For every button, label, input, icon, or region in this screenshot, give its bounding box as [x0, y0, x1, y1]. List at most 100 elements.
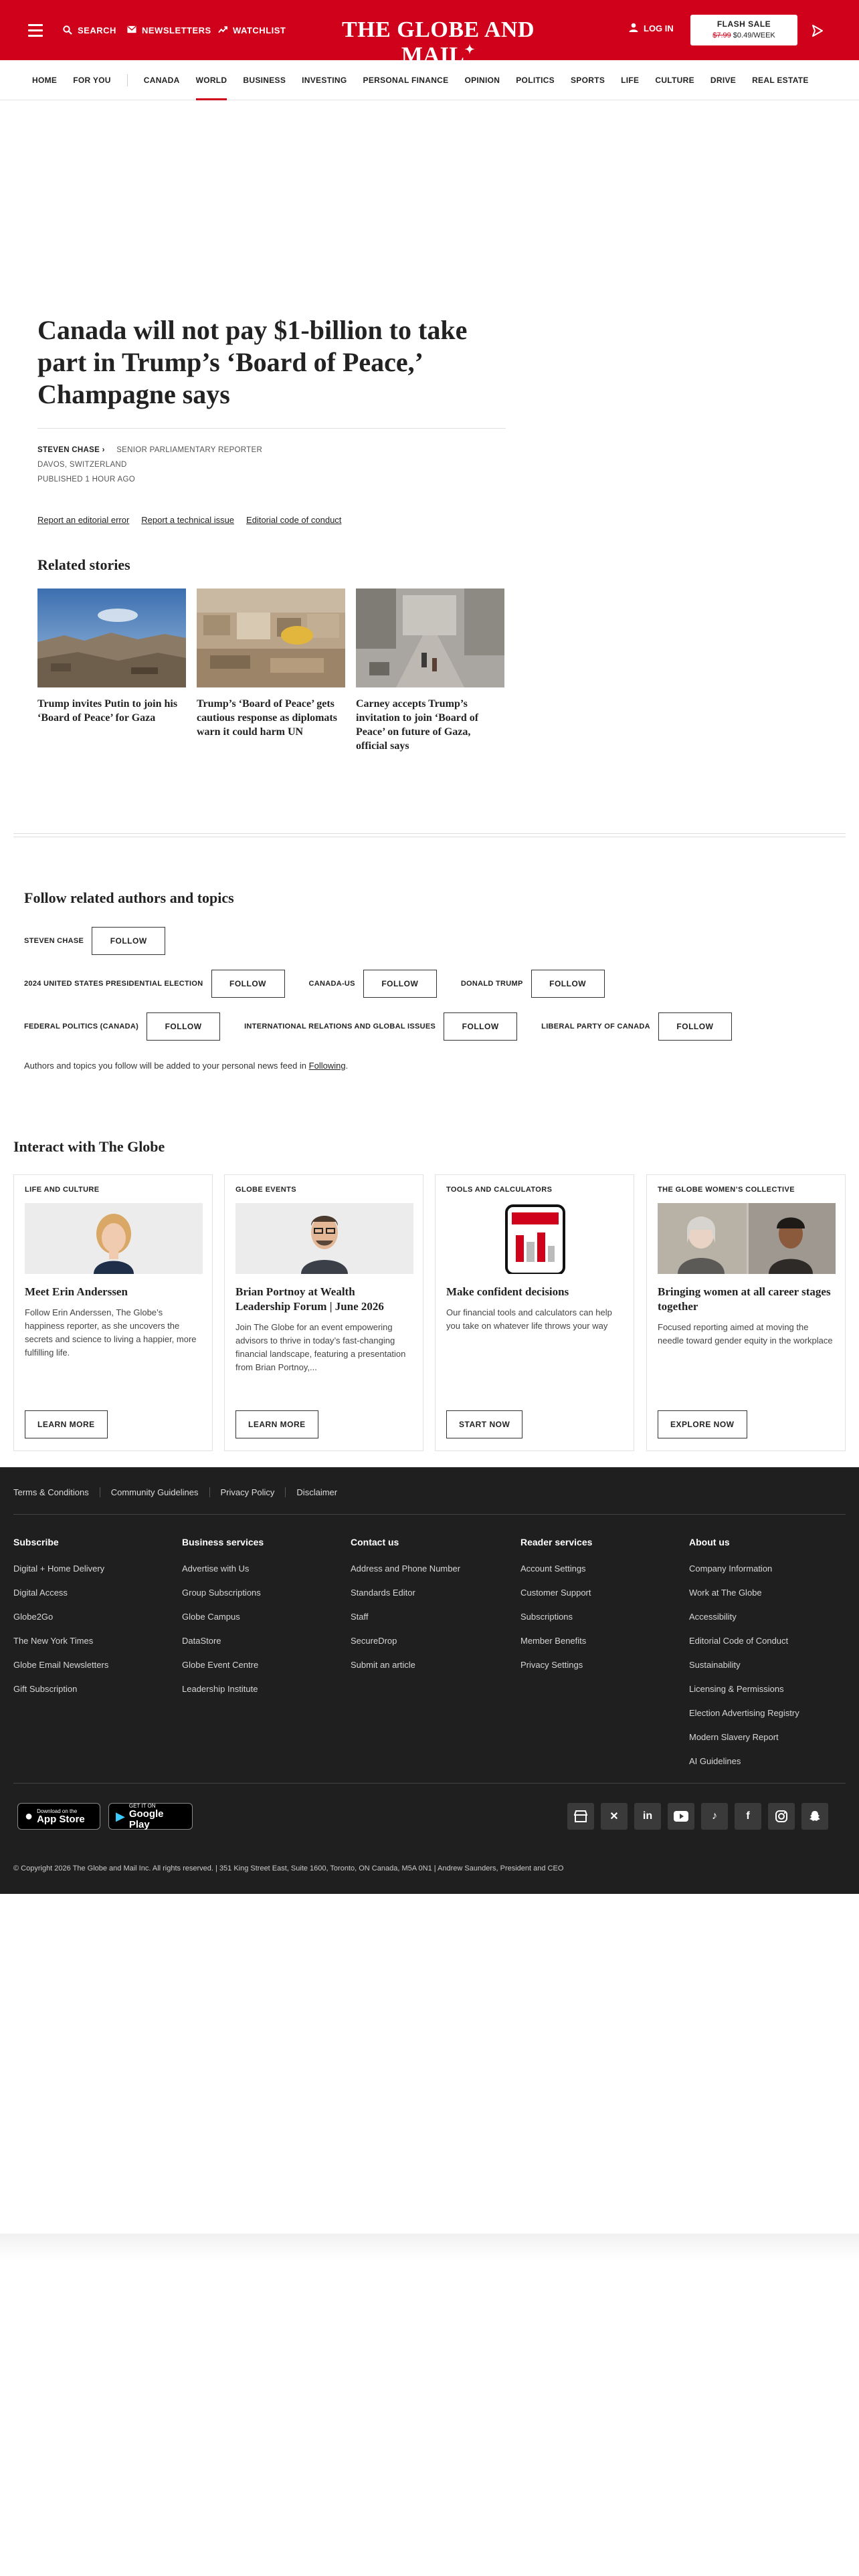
editorial-code-link[interactable]: Editorial code of conduct [246, 515, 341, 525]
related-story-headline[interactable]: Trump invites Putin to join his ‘Board o… [37, 697, 186, 725]
follow-button[interactable]: FOLLOW [92, 927, 166, 955]
nav-item-world[interactable]: WORLD [195, 60, 227, 100]
related-story-image[interactable] [197, 588, 345, 687]
footer-link[interactable]: Globe2Go [13, 1605, 174, 1629]
nav-item-real-estate[interactable]: REAL ESTATE [752, 60, 809, 100]
search-button[interactable]: SEARCH [63, 23, 116, 37]
footer-link[interactable]: The New York Times [13, 1629, 174, 1653]
author-link[interactable]: STEVEN CHASE › [37, 446, 105, 454]
x-twitter-icon[interactable]: ✕ [601, 1803, 628, 1830]
watchlist-button[interactable]: WATCHLIST [218, 23, 286, 37]
facebook-icon[interactable]: f [735, 1803, 761, 1830]
learn-more-button[interactable]: LEARN MORE [25, 1410, 108, 1438]
footer-link[interactable]: Customer Support [520, 1581, 681, 1605]
google-play-badge[interactable]: ▶ GET IT ON Google Play [108, 1803, 193, 1830]
card-title[interactable]: Bringing women at all career stages toge… [658, 1285, 834, 1314]
start-now-button[interactable]: START NOW [446, 1410, 523, 1438]
footer-link[interactable]: Privacy Settings [520, 1653, 681, 1677]
nav-item-opinion[interactable]: OPINION [464, 60, 500, 100]
chart-trend-icon [218, 25, 227, 35]
follow-button[interactable]: FOLLOW [531, 970, 605, 998]
footer-link[interactable]: Licensing & Permissions [689, 1677, 850, 1701]
footer-link[interactable]: Staff [351, 1605, 511, 1629]
footer-link[interactable]: DataStore [182, 1629, 343, 1653]
nav-item-sports[interactable]: SPORTS [571, 60, 605, 100]
snapchat-icon[interactable] [801, 1803, 828, 1830]
explore-now-button[interactable]: EXPLORE NOW [658, 1410, 747, 1438]
footer-link[interactable]: Digital + Home Delivery [13, 1557, 174, 1581]
footer-link[interactable]: Editorial Code of Conduct [689, 1629, 850, 1653]
footer-link[interactable]: AI Guidelines [689, 1749, 850, 1774]
card-title[interactable]: Brian Portnoy at Wealth Leadership Forum… [235, 1285, 412, 1314]
footer-link[interactable]: Submit an article [351, 1653, 511, 1677]
hamburger-menu-icon[interactable] [28, 20, 43, 40]
nav-item-politics[interactable]: POLITICS [516, 60, 555, 100]
tiktok-icon[interactable]: ♪ [701, 1803, 728, 1830]
related-story-headline[interactable]: Trump’s ‘Board of Peace’ gets cautious r… [197, 697, 345, 739]
nav-item-drive[interactable]: DRIVE [710, 60, 736, 100]
newsletters-label: NEWSLETTERS [142, 25, 211, 35]
learn-more-button[interactable]: LEARN MORE [235, 1410, 318, 1438]
footer-link[interactable]: Company Information [689, 1557, 850, 1581]
follow-button[interactable]: FOLLOW [444, 1012, 518, 1041]
share-icon[interactable] [811, 24, 824, 37]
app-store-badge[interactable]: ● Download on the App Store [17, 1803, 100, 1830]
footer-link[interactable]: Globe Campus [182, 1605, 343, 1629]
youtube-icon[interactable] [668, 1803, 694, 1830]
newsletters-button[interactable]: NEWSLETTERS [127, 23, 211, 37]
footer-link[interactable]: Account Settings [520, 1557, 681, 1581]
follow-button[interactable]: FOLLOW [147, 1012, 221, 1041]
nav-item-business[interactable]: BUSINESS [243, 60, 286, 100]
footer-link[interactable]: Work at The Globe [689, 1581, 850, 1605]
nav-item-life[interactable]: LIFE [621, 60, 639, 100]
footer-link[interactable]: SecureDrop [351, 1629, 511, 1653]
related-story-image[interactable] [356, 588, 504, 687]
report-editorial-error-link[interactable]: Report an editorial error [37, 515, 129, 525]
flash-sale-button[interactable]: FLASH SALE $7.99 $0.49/WEEK [690, 15, 797, 45]
footer-link[interactable]: Globe Email Newsletters [13, 1653, 174, 1677]
nav-item-for-you[interactable]: FOR YOU [73, 60, 111, 100]
instagram-icon[interactable] [768, 1803, 795, 1830]
nav-item-home[interactable]: HOME [32, 60, 57, 100]
related-story-headline[interactable]: Carney accepts Trump’s invitation to joi… [356, 697, 504, 753]
following-link[interactable]: Following [309, 1061, 346, 1071]
card-image [25, 1203, 203, 1274]
nav-item-personal-finance[interactable]: PERSONAL FINANCE [363, 60, 449, 100]
linkedin-icon[interactable]: in [634, 1803, 661, 1830]
footer-link[interactable]: Group Subscriptions [182, 1581, 343, 1605]
footer-link[interactable]: Globe Event Centre [182, 1653, 343, 1677]
related-story-image[interactable] [37, 588, 186, 687]
footer-link[interactable]: Member Benefits [520, 1629, 681, 1653]
footer-link[interactable]: Advertise with Us [182, 1557, 343, 1581]
footer-link[interactable]: Accessibility [689, 1605, 850, 1629]
related-story-card[interactable]: Trump’s ‘Board of Peace’ gets cautious r… [197, 588, 345, 739]
community-guidelines-link[interactable]: Community Guidelines [111, 1487, 210, 1497]
old-price: $7.99 [712, 31, 731, 39]
nav-item-canada[interactable]: CANADA [144, 60, 180, 100]
footer-link[interactable]: Gift Subscription [13, 1677, 174, 1701]
card-title[interactable]: Make confident decisions [446, 1285, 623, 1299]
footer-link[interactable]: Standards Editor [351, 1581, 511, 1605]
report-technical-issue-link[interactable]: Report a technical issue [141, 515, 234, 525]
follow-button[interactable]: FOLLOW [211, 970, 285, 998]
disclaimer-link[interactable]: Disclaimer [296, 1487, 348, 1497]
footer-link[interactable]: Leadership Institute [182, 1677, 343, 1701]
card-image [235, 1203, 413, 1274]
footer-link[interactable]: Digital Access [13, 1581, 174, 1605]
footer-link[interactable]: Address and Phone Number [351, 1557, 511, 1581]
login-button[interactable]: LOG IN [629, 23, 674, 34]
privacy-policy-link[interactable]: Privacy Policy [221, 1487, 286, 1497]
related-story-card[interactable]: Carney accepts Trump’s invitation to joi… [356, 588, 504, 753]
card-title[interactable]: Meet Erin Anderssen [25, 1285, 201, 1299]
related-story-card[interactable]: Trump invites Putin to join his ‘Board o… [37, 588, 186, 725]
footer-link[interactable]: Sustainability [689, 1653, 850, 1677]
follow-button[interactable]: FOLLOW [658, 1012, 732, 1041]
footer-link[interactable]: Modern Slavery Report [689, 1725, 850, 1749]
nav-item-investing[interactable]: INVESTING [302, 60, 347, 100]
terms-link[interactable]: Terms & Conditions [13, 1487, 100, 1497]
footer-link[interactable]: Election Advertising Registry [689, 1701, 850, 1725]
nav-item-culture[interactable]: CULTURE [655, 60, 694, 100]
store-icon[interactable] [567, 1803, 594, 1830]
follow-button[interactable]: FOLLOW [363, 970, 437, 998]
footer-link[interactable]: Subscriptions [520, 1605, 681, 1629]
